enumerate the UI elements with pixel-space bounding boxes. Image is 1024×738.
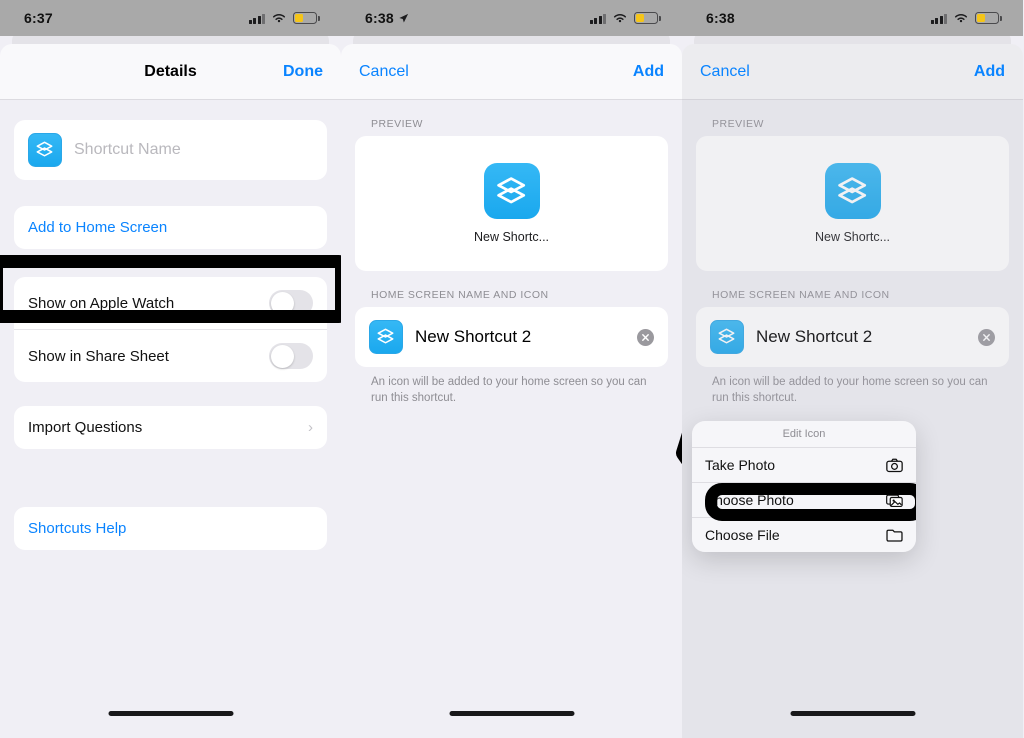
status-bar: 6:38 <box>341 0 682 36</box>
add-to-home-screen-sheet: Cancel Add PREVIEW New Shortc... HOME SC… <box>341 44 682 738</box>
import-questions-card: Import Questions › <box>14 406 327 449</box>
screenshot-stage: 6:37 Details Done Shortcut Name Add to H… <box>0 0 1024 738</box>
menu-item-choose-photo-label: Choose Photo <box>705 492 794 508</box>
home-screen-name-card: New Shortcut 2 <box>696 307 1009 367</box>
menu-item-take-photo-label: Take Photo <box>705 457 776 473</box>
cellular-signal-icon <box>930 13 947 24</box>
status-indicators <box>589 12 661 24</box>
home-indicator <box>790 711 915 716</box>
clear-icon[interactable] <box>637 328 654 346</box>
visibility-toggles-card: Show on Apple Watch Show in Share Sheet <box>14 277 327 382</box>
camera-icon <box>886 458 903 472</box>
menu-item-choose-file-label: Choose File <box>705 527 780 543</box>
shortcuts-help-label: Shortcuts Help <box>28 520 127 537</box>
status-bar: 6:37 <box>0 0 341 36</box>
status-time-label: 6:38 <box>706 10 735 26</box>
details-sheet: Details Done Shortcut Name Add to Home S… <box>0 44 341 738</box>
shortcuts-app-icon <box>483 163 540 219</box>
navigation-bar: Cancel Add <box>341 44 682 100</box>
cursor-arrow-pointer <box>676 432 682 465</box>
menu-item-take-photo[interactable]: Take Photo <box>692 448 916 482</box>
battery-icon <box>975 12 1002 24</box>
preview-icon-label: New Shortc... <box>814 230 891 244</box>
wifi-icon <box>272 13 286 23</box>
preview-card: New Shortc... <box>355 136 668 271</box>
preview-section-label: PREVIEW <box>371 118 423 130</box>
show-in-share-sheet-row[interactable]: Show in Share Sheet <box>14 329 327 382</box>
status-time-label: 6:38 <box>365 10 394 26</box>
home-screen-footnote: An icon will be added to your home scree… <box>712 376 988 404</box>
shortcuts-help-card: Shortcuts Help <box>14 507 327 550</box>
status-time: 6:37 <box>24 10 53 26</box>
home-screen-section-label: HOME SCREEN NAME AND ICON <box>371 289 549 301</box>
add-to-home-screen-sheet: Cancel Add PREVIEW New Shortc... HOME SC… <box>682 44 1023 738</box>
home-indicator <box>449 711 574 716</box>
chevron-right-icon: › <box>308 419 313 436</box>
edit-icon-context-menu: Edit Icon Take Photo Choose Photo Choose… <box>692 421 916 552</box>
show-on-apple-watch-toggle[interactable] <box>269 290 313 316</box>
cancel-button[interactable]: Cancel <box>359 63 409 81</box>
navigation-bar: Cancel Add <box>682 44 1023 100</box>
home-screen-name-row[interactable]: New Shortcut 2 <box>696 307 1009 367</box>
details-content: Shortcut Name Add to Home Screen Show on… <box>0 120 341 550</box>
add-button[interactable]: Add <box>974 63 1005 81</box>
cancel-button[interactable]: Cancel <box>700 63 750 81</box>
shortcut-name-field[interactable]: Shortcut Name <box>14 120 327 180</box>
wifi-icon <box>613 13 627 23</box>
shortcut-name-placeholder: Shortcut Name <box>74 141 181 158</box>
shortcuts-help-row[interactable]: Shortcuts Help <box>14 507 327 550</box>
shortcuts-app-icon[interactable] <box>28 133 62 167</box>
add-to-home-screen-row[interactable]: Add to Home Screen <box>14 206 327 249</box>
status-bar: 6:38 <box>682 0 1023 36</box>
add-button[interactable]: Add <box>633 63 664 81</box>
show-in-share-sheet-toggle[interactable] <box>269 343 313 369</box>
add-to-home-screen-card: Add to Home Screen <box>14 206 327 249</box>
home-screen-name-card: New Shortcut 2 <box>355 307 668 367</box>
shortcuts-app-icon[interactable] <box>369 320 403 354</box>
preview-section-label: PREVIEW <box>712 118 764 130</box>
status-indicators <box>248 12 320 24</box>
preview-icon-label: New Shortc... <box>473 230 550 244</box>
preview-card: New Shortc... <box>696 136 1009 271</box>
menu-item-choose-photo[interactable]: Choose Photo <box>692 482 916 517</box>
home-screen-name-input[interactable]: New Shortcut 2 <box>756 327 966 347</box>
photos-icon <box>886 494 903 507</box>
home-indicator <box>108 711 233 716</box>
wifi-icon <box>954 13 968 23</box>
status-time: 6:38 <box>706 10 735 26</box>
status-time-label: 6:37 <box>24 10 53 26</box>
navigation-bar: Details Done <box>0 44 341 100</box>
add-to-home-screen-label: Add to Home Screen <box>28 219 168 236</box>
panel-edit-icon-menu: 6:38 Cancel Add PREVIEW New Shortc... HO… <box>682 0 1023 738</box>
shortcuts-app-icon[interactable] <box>710 320 744 354</box>
cellular-signal-icon <box>589 13 606 24</box>
home-screen-name-row[interactable]: New Shortcut 2 <box>355 307 668 367</box>
import-questions-label: Import Questions <box>28 419 143 436</box>
add-to-home-screen-content: PREVIEW New Shortc... HOME SCREEN NAME A… <box>682 100 1023 406</box>
folder-icon <box>886 529 903 542</box>
shortcut-name-card: Shortcut Name <box>14 120 327 180</box>
context-menu-title: Edit Icon <box>692 421 916 448</box>
home-screen-section-label: HOME SCREEN NAME AND ICON <box>712 289 890 301</box>
status-time: 6:38 <box>365 10 409 26</box>
battery-icon <box>293 12 320 24</box>
shortcuts-app-icon <box>824 163 881 219</box>
home-screen-name-input[interactable]: New Shortcut 2 <box>415 327 625 347</box>
cellular-signal-icon <box>248 13 265 24</box>
panel-add-to-home-screen: 6:38 Cancel Add PREVIEW New Shortc... HO… <box>341 0 682 738</box>
add-to-home-screen-content: PREVIEW New Shortc... HOME SCREEN NAME A… <box>341 100 682 406</box>
show-on-apple-watch-label: Show on Apple Watch <box>28 294 175 312</box>
home-screen-footnote: An icon will be added to your home scree… <box>371 376 647 404</box>
show-on-apple-watch-row[interactable]: Show on Apple Watch <box>14 277 327 329</box>
menu-item-choose-file[interactable]: Choose File <box>692 517 916 552</box>
status-indicators <box>930 12 1002 24</box>
panel-details: 6:37 Details Done Shortcut Name Add to H… <box>0 0 341 738</box>
battery-icon <box>634 12 661 24</box>
location-arrow-icon <box>399 13 408 23</box>
done-button[interactable]: Done <box>283 63 323 81</box>
clear-icon[interactable] <box>978 328 995 346</box>
show-in-share-sheet-label: Show in Share Sheet <box>28 347 169 365</box>
import-questions-row[interactable]: Import Questions › <box>14 406 327 449</box>
